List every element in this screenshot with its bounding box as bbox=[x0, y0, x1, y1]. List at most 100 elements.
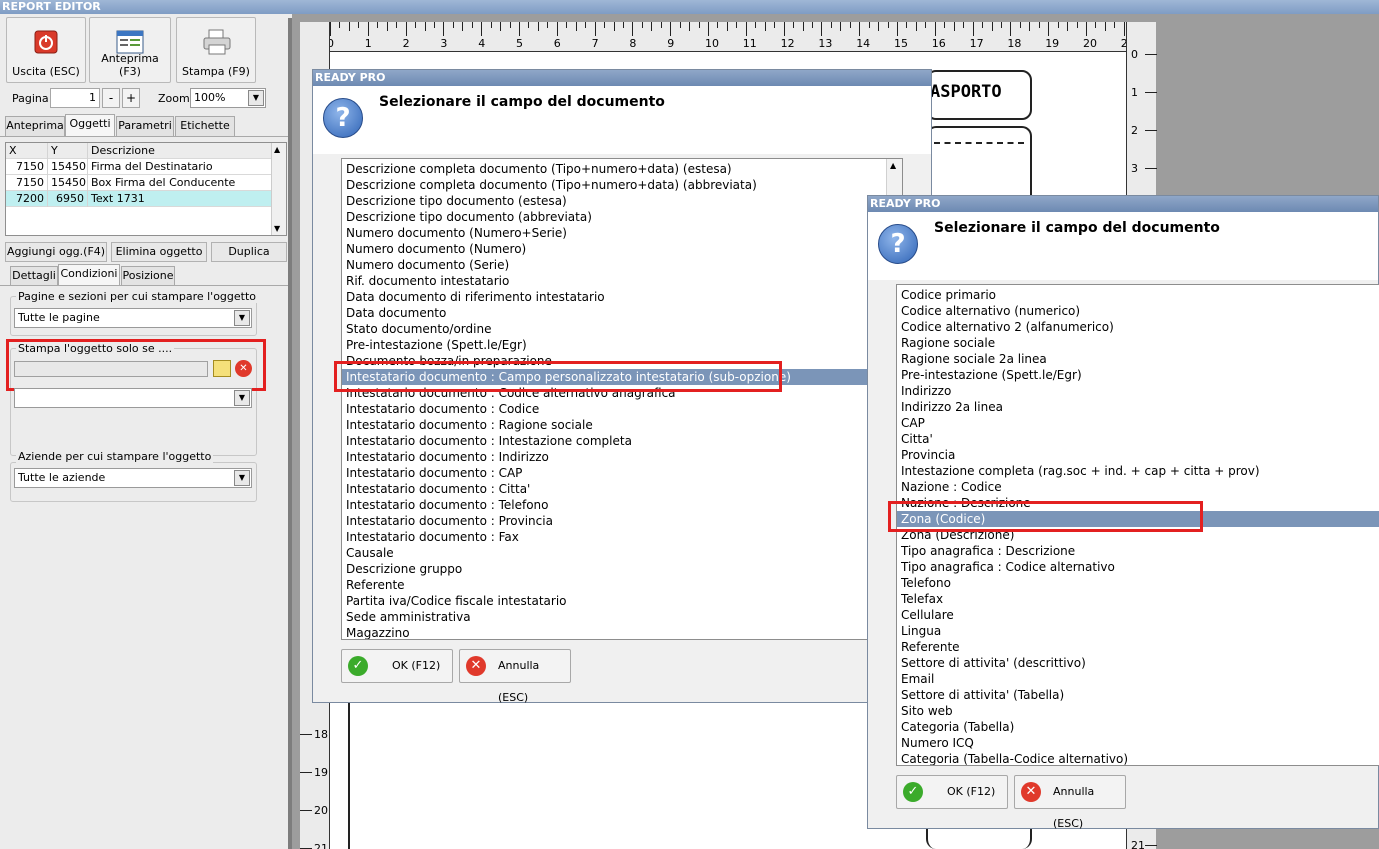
list-item[interactable]: Settore di attivita' (descrittivo) bbox=[901, 655, 1361, 671]
list-item[interactable]: Intestatario documento : CAP bbox=[346, 465, 884, 481]
print-button[interactable]: Stampa (F9) bbox=[176, 17, 256, 83]
table-row[interactable]: 7150 15450 Box Firma del Conducente bbox=[6, 175, 272, 191]
list-item[interactable]: Intestatario documento : Intestazione co… bbox=[346, 433, 884, 449]
list-item[interactable]: Intestatario documento : Provincia bbox=[346, 513, 884, 529]
list-item[interactable]: Lingua bbox=[901, 623, 1361, 639]
add-object-button[interactable]: Aggiungi ogg.(F4) bbox=[5, 242, 107, 262]
zoom-select[interactable]: 100% ▼ bbox=[190, 88, 266, 108]
ruler-tick-label: 20 bbox=[314, 804, 328, 817]
list-item[interactable]: Intestatario documento : Codice bbox=[346, 401, 884, 417]
table-row-selected[interactable]: 7200 6950 Text 1731 bbox=[6, 191, 272, 207]
list-item[interactable]: Pre-intestazione (Spett.le/Egr) bbox=[901, 367, 1361, 383]
tab-condizioni[interactable]: Condizioni bbox=[58, 264, 120, 286]
list-item[interactable]: Email bbox=[901, 671, 1361, 687]
list-item[interactable]: Ragione sociale 2a linea bbox=[901, 351, 1361, 367]
page-input[interactable]: 1 bbox=[50, 88, 100, 108]
list-item[interactable]: Sito web bbox=[901, 703, 1361, 719]
ruler-tick-label: 21 bbox=[1131, 839, 1145, 849]
scroll-up-icon[interactable]: ▲ bbox=[274, 145, 280, 154]
list-item[interactable]: CAP bbox=[901, 415, 1361, 431]
list-item[interactable]: Telefax bbox=[901, 591, 1361, 607]
ruler-tick bbox=[594, 22, 596, 36]
list-item[interactable]: Provincia bbox=[901, 447, 1361, 463]
list-item[interactable]: Referente bbox=[346, 577, 884, 593]
table-row[interactable]: 7150 15450 Firma del Destinatario bbox=[6, 159, 272, 175]
duplicate-button[interactable]: Duplica bbox=[211, 242, 287, 262]
list-item[interactable]: Tipo anagrafica : Codice alternativo bbox=[901, 559, 1361, 575]
zoom-value: 100% bbox=[194, 91, 226, 104]
condition-select[interactable]: ▼ bbox=[14, 388, 252, 408]
dialog1-ok-button[interactable]: ✓ OK (F12) bbox=[341, 649, 453, 683]
list-item[interactable]: Causale bbox=[346, 545, 884, 561]
preview-button[interactable]: Anteprima (F3) bbox=[89, 17, 171, 83]
list-item[interactable]: Intestatario documento : Fax bbox=[346, 529, 884, 545]
list-item[interactable]: Numero ICQ bbox=[901, 735, 1361, 751]
list-item[interactable]: Nazione : Codice bbox=[901, 479, 1361, 495]
list-item[interactable]: Codice alternativo (numerico) bbox=[901, 303, 1361, 319]
list-item[interactable]: Descrizione completa documento (Tipo+num… bbox=[346, 161, 884, 177]
ruler-tick bbox=[604, 22, 606, 28]
list-item[interactable]: Numero documento (Serie) bbox=[346, 257, 884, 273]
list-item[interactable]: Telefono bbox=[901, 575, 1361, 591]
list-item[interactable]: Partita iva/Codice fiscale intestatario bbox=[346, 593, 884, 609]
tab-oggetti[interactable]: Oggetti bbox=[65, 114, 115, 136]
list-item[interactable]: Sede amministrativa bbox=[346, 609, 884, 625]
list-item[interactable]: Indirizzo bbox=[901, 383, 1361, 399]
tab-parametri[interactable]: Parametri bbox=[116, 116, 174, 136]
list-item[interactable]: Data documento di riferimento intestatar… bbox=[346, 289, 884, 305]
scroll-down-icon[interactable]: ▼ bbox=[274, 224, 280, 233]
list-item[interactable]: Codice primario bbox=[901, 287, 1361, 303]
list-item[interactable]: Descrizione completa documento (Tipo+num… bbox=[346, 177, 884, 193]
pages-select[interactable]: Tutte le pagine ▼ bbox=[14, 308, 252, 328]
tab-posizione[interactable]: Posizione bbox=[121, 266, 175, 286]
list-item[interactable]: Categoria (Tabella-Codice alternativo) bbox=[901, 751, 1361, 765]
panel-splitter[interactable] bbox=[288, 18, 292, 849]
list-item[interactable]: Ragione sociale bbox=[901, 335, 1361, 351]
dialog2-ok-button[interactable]: ✓ OK (F12) bbox=[896, 775, 1008, 809]
list-item[interactable]: Descrizione tipo documento (abbreviata) bbox=[346, 209, 884, 225]
dialog1-listbox[interactable]: ▲ Descrizione completa documento (Tipo+n… bbox=[341, 158, 903, 640]
tab-etichette[interactable]: Etichette bbox=[175, 116, 235, 136]
ruler-tick bbox=[1114, 22, 1116, 28]
list-item[interactable]: Citta' bbox=[901, 431, 1361, 447]
list-item[interactable]: Categoria (Tabella) bbox=[901, 719, 1361, 735]
delete-object-button[interactable]: Elimina oggetto bbox=[111, 242, 207, 262]
dialog2-cancel-button[interactable]: ✕ Annulla (ESC) bbox=[1014, 775, 1126, 830]
scroll-up-icon[interactable]: ▲ bbox=[890, 161, 896, 170]
list-item[interactable]: Numero documento (Numero) bbox=[346, 241, 884, 257]
list-item[interactable]: Rif. documento intestatario bbox=[346, 273, 884, 289]
list-item[interactable]: Data documento bbox=[346, 305, 884, 321]
list-item[interactable]: Magazzino bbox=[346, 625, 884, 639]
grid-scrollbar[interactable]: ▲ ▼ bbox=[271, 143, 286, 235]
list-item[interactable]: Intestazione completa (rag.soc + ind. + … bbox=[901, 463, 1361, 479]
list-item[interactable]: Referente bbox=[901, 639, 1361, 655]
dialog1-cancel-button[interactable]: ✕ Annulla (ESC) bbox=[459, 649, 571, 704]
ruler-tick bbox=[897, 22, 898, 36]
ruler-tick bbox=[925, 22, 927, 28]
objects-grid[interactable]: X Y Descrizione 7150 15450 Firma del Des… bbox=[5, 142, 287, 236]
list-item[interactable]: Stato documento/ordine bbox=[346, 321, 884, 337]
ruler-tick bbox=[755, 22, 757, 28]
exit-button[interactable]: Uscita (ESC) bbox=[6, 17, 86, 83]
list-item[interactable]: Intestatario documento : Citta' bbox=[346, 481, 884, 497]
list-item[interactable]: Intestatario documento : Indirizzo bbox=[346, 449, 884, 465]
ruler-tick bbox=[915, 22, 917, 31]
list-item[interactable]: Intestatario documento : Telefono bbox=[346, 497, 884, 513]
list-item[interactable]: Descrizione gruppo bbox=[346, 561, 884, 577]
list-item[interactable]: Indirizzo 2a linea bbox=[901, 399, 1361, 415]
tab-anteprima[interactable]: Anteprima bbox=[5, 116, 65, 136]
list-item[interactable]: Settore di attivita' (Tabella) bbox=[901, 687, 1361, 703]
list-item[interactable]: Codice alternativo 2 (alfanumerico) bbox=[901, 319, 1361, 335]
page-minus-button[interactable]: - bbox=[102, 88, 120, 108]
list-item[interactable]: Numero documento (Numero+Serie) bbox=[346, 225, 884, 241]
list-item[interactable]: Pre-intestazione (Spett.le/Egr) bbox=[346, 337, 884, 353]
list-item[interactable]: Cellulare bbox=[901, 607, 1361, 623]
companies-select[interactable]: Tutte le aziende ▼ bbox=[14, 468, 252, 488]
list-item[interactable]: Intestatario documento : Ragione sociale bbox=[346, 417, 884, 433]
tab-dettagli[interactable]: Dettagli bbox=[10, 266, 58, 286]
list-item[interactable]: Descrizione tipo documento (estesa) bbox=[346, 193, 884, 209]
report-heading-box[interactable]: ASPORTO bbox=[926, 70, 1032, 120]
list-item[interactable]: Tipo anagrafica : Descrizione bbox=[901, 543, 1361, 559]
page-plus-button[interactable]: + bbox=[122, 88, 140, 108]
chevron-down-icon: ▼ bbox=[234, 470, 250, 486]
